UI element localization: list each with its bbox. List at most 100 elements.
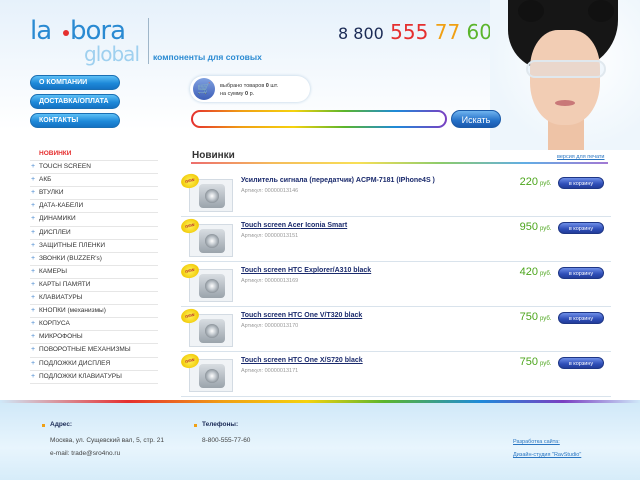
model-hair-bun xyxy=(518,0,544,22)
category-item[interactable]: НОВИНКИ xyxy=(30,148,158,162)
add-to-cart-button[interactable]: в корзину xyxy=(558,357,604,369)
sku-value: 00000013146 xyxy=(264,188,299,194)
category-item[interactable]: АКБ xyxy=(30,174,158,188)
product-price: 220 xyxy=(519,176,538,188)
price-currency: руб. xyxy=(540,181,552,187)
cart-count: 0 xyxy=(265,83,269,89)
product-row: new Touch screen HTC One V/T320 black Арти… xyxy=(179,306,611,352)
product-price: 750 xyxy=(519,356,538,368)
category-item[interactable]: КАМЕРЫ xyxy=(30,266,158,279)
cart-line1-suffix: шт. xyxy=(270,83,279,89)
header-phone: 8 800 555 77 60 xyxy=(338,20,492,44)
sku-label: Артикул: xyxy=(241,323,264,329)
product-row: new Усилитель сигнала (передатчик) ACPM-7… xyxy=(179,171,611,217)
cart-sum: 0 xyxy=(244,91,249,97)
footer-rainbow-line xyxy=(0,400,640,403)
model-lips xyxy=(555,100,575,106)
bullet-icon xyxy=(42,424,45,427)
product-sku: Артикул: 00000013169 xyxy=(241,278,298,284)
price-currency: руб. xyxy=(540,361,552,367)
category-item[interactable]: ПОДЛОЖКИ ДИСПЛЕЯ xyxy=(30,358,158,371)
product-sku: Артикул: 00000013146 xyxy=(241,188,298,194)
product-name[interactable]: Touch screen Acer Iconia Smart xyxy=(241,222,347,229)
category-item[interactable]: МИКРОФОНЫ xyxy=(30,331,158,345)
sku-label: Артикул: xyxy=(241,233,264,239)
category-item[interactable]: ЗАЩИТНЫЕ ПЛЕНКИ xyxy=(30,240,158,253)
add-to-cart-button[interactable]: в корзину xyxy=(558,312,604,324)
footer-design-link[interactable]: Дизайн-студия "RavStudio" xyxy=(513,452,581,458)
nav-contacts-button[interactable]: КОНТАКТЫ xyxy=(30,113,120,128)
sku-value: 00000013151 xyxy=(264,233,299,239)
page: la bora global компоненты для сотовых 8 … xyxy=(0,0,640,480)
logo-global: global xyxy=(84,42,140,66)
price-currency: руб. xyxy=(540,271,552,277)
category-item[interactable]: ДИСПЛЕИ xyxy=(30,227,158,240)
add-to-cart-button[interactable]: в корзину xyxy=(558,177,604,189)
cart-icon[interactable]: 🛒 xyxy=(193,78,215,100)
camera-lens-icon xyxy=(205,369,219,383)
sku-value: 00000013170 xyxy=(264,323,299,329)
price-currency: руб. xyxy=(540,316,552,322)
sku-value: 00000013169 xyxy=(264,278,299,284)
category-item[interactable]: TOUCH SCREEN xyxy=(30,161,158,175)
category-item[interactable]: КНОПКИ (механизмы) xyxy=(30,305,158,319)
sku-value: 00000013171 xyxy=(264,368,299,374)
add-to-cart-button[interactable]: в корзину xyxy=(558,267,604,279)
product-row: new Touch screen HTC One X/S720 black Арти… xyxy=(179,351,611,397)
nav-delivery-button[interactable]: ДОСТАВКА/ОПЛАТА xyxy=(30,94,120,109)
footer-dev-link[interactable]: Разработка сайта: xyxy=(513,439,560,445)
category-item[interactable]: ПОДЛОЖКИ КЛАВИАТУРЫ xyxy=(30,371,158,384)
product-sku: Артикул: 00000013170 xyxy=(241,323,298,329)
cart-line2-prefix: на сумму xyxy=(220,91,244,97)
product-price: 750 xyxy=(519,311,538,323)
section-title: Новинки xyxy=(192,150,235,161)
product-sku: Артикул: 00000013171 xyxy=(241,368,298,374)
cart-widget[interactable]: 🛒 выбрано товаров 0 шт. на сумму 0 р. xyxy=(190,76,310,102)
sku-label: Артикул: xyxy=(241,278,264,284)
product-name[interactable]: Touch screen HTC Explorer/A310 black xyxy=(241,267,371,274)
category-item[interactable]: КАРТЫ ПАМЯТИ xyxy=(30,279,158,293)
bullet-icon xyxy=(194,424,197,427)
model-photo xyxy=(490,0,640,150)
search-button[interactable]: Искать xyxy=(451,110,501,128)
product-name[interactable]: Touch screen HTC One V/T320 black xyxy=(241,312,362,319)
footer-email[interactable]: e-mail: trade@sro4no.ru xyxy=(50,450,120,457)
cart-summary: выбрано товаров 0 шт. на сумму 0 р. xyxy=(220,82,278,98)
category-item[interactable]: КОРПУСА xyxy=(30,318,158,332)
category-item[interactable]: ВТУЛКИ xyxy=(30,187,158,201)
tagline: компоненты для сотовых xyxy=(153,52,262,62)
footer-phone: 8-800-555-77-60 xyxy=(202,437,251,444)
logo[interactable]: la bora global xyxy=(30,16,150,66)
category-list: НОВИНКИTOUCH SCREENАКБВТУЛКИДАТА-КАБЕЛИД… xyxy=(30,148,158,384)
product-price: 950 xyxy=(519,221,538,233)
camera-lens-icon xyxy=(205,189,219,203)
category-item[interactable]: ДАТА-КАБЕЛИ xyxy=(30,200,158,214)
category-item[interactable]: ПОВОРОТНЫЕ МЕХАНИЗМЫ xyxy=(30,344,158,358)
price-currency: руб. xyxy=(540,226,552,232)
search-input[interactable] xyxy=(191,110,447,128)
section-title-underline xyxy=(191,162,608,164)
add-to-cart-button[interactable]: в корзину xyxy=(558,222,604,234)
product-name[interactable]: Touch screen HTC One X/S720 black xyxy=(241,357,363,364)
camera-lens-icon xyxy=(205,234,219,248)
cart-line2-suffix: р. xyxy=(249,91,255,97)
category-item[interactable]: ЗВОНКИ (BUZZER's) xyxy=(30,253,158,266)
footer-address: Москва, ул. Сущевский вал, 5, стр. 21 xyxy=(50,437,165,444)
phone-part-2: 77 xyxy=(434,20,461,44)
category-item[interactable]: ДИНАМИКИ xyxy=(30,213,158,227)
nav-about-button[interactable]: О КОМПАНИИ xyxy=(30,75,120,90)
camera-lens-icon xyxy=(205,324,219,338)
camera-lens-icon xyxy=(205,279,219,293)
logo-dot xyxy=(63,30,69,36)
footer-phones-label: Телефоны: xyxy=(202,421,239,428)
product-name[interactable]: Усилитель сигнала (передатчик) ACPM-7181… xyxy=(241,177,435,184)
category-item[interactable]: КЛАВИАТУРЫ xyxy=(30,292,158,306)
model-hair-bun xyxy=(588,0,614,22)
phone-part-1: 555 xyxy=(390,20,429,44)
sku-label: Артикул: xyxy=(241,368,264,374)
cart-line1-prefix: выбрано товаров xyxy=(220,83,265,89)
footer-address-label: Адрес: xyxy=(50,421,73,428)
print-version-link[interactable]: версия для печати xyxy=(557,154,604,160)
product-price: 420 xyxy=(519,266,538,278)
phone-part-3: 60 xyxy=(466,20,492,44)
